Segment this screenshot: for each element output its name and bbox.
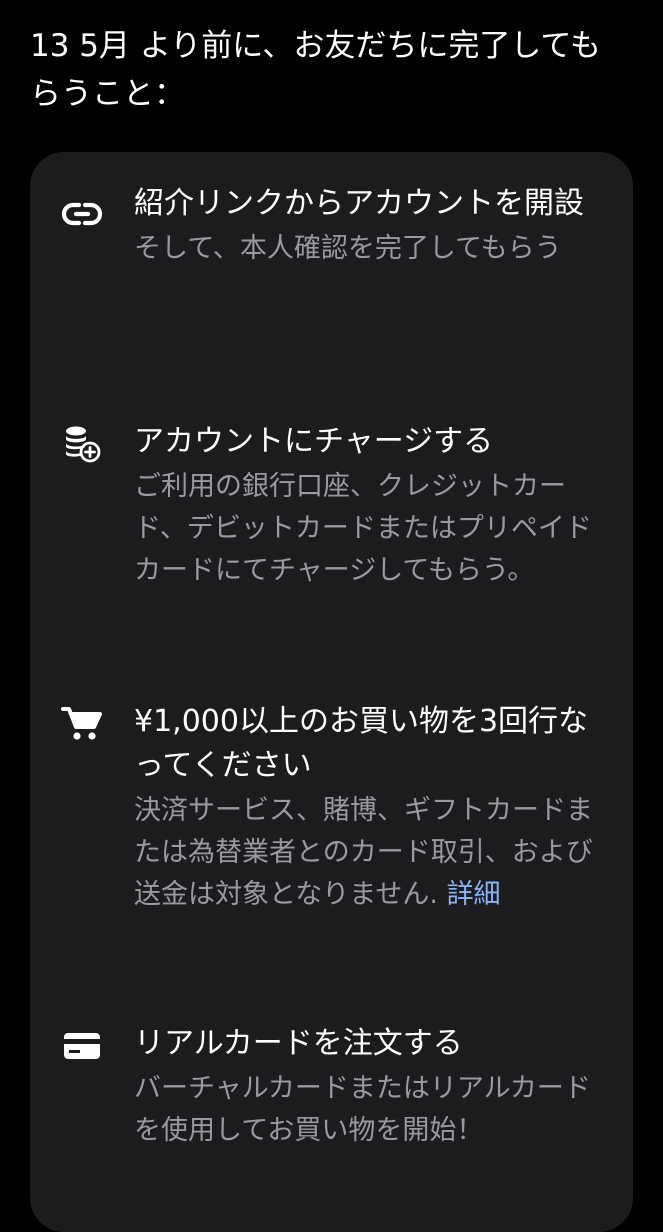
details-link[interactable]: 詳細 bbox=[447, 879, 501, 910]
task-title: リアルカードを注文する bbox=[134, 1026, 463, 1061]
task-title: ¥1,000以上のお買い物を3回行なってください bbox=[134, 704, 589, 783]
task-description: そして、本人確認を完了してもらう bbox=[134, 233, 562, 264]
requirements-card: 紹介リンクからアカウントを開設 そして、本人確認を完了してもらう アカウントにチ… bbox=[30, 152, 633, 1232]
task-description: ご利用の銀行口座、クレジットカード、デビットカードまたはプリペイドカードにてチャ… bbox=[134, 471, 592, 586]
task-title: アカウントにチャージする bbox=[134, 424, 494, 459]
task-title: 紹介リンクからアカウントを開設 bbox=[134, 186, 584, 221]
task-description-text: 決済サービス、賭博、ギフトカードまたは為替業者とのカード取引、および送金は対象と… bbox=[134, 795, 593, 910]
link-icon bbox=[60, 192, 104, 236]
cart-icon bbox=[60, 702, 104, 746]
task-description: バーチャルカードまたはリアルカードを使用してお買い物を開始！ bbox=[134, 1073, 591, 1146]
coins-add-icon bbox=[60, 422, 104, 466]
task-description: 決済サービス、賭博、ギフトカードまたは為替業者とのカード取引、および送金は対象と… bbox=[134, 790, 594, 916]
card-icon bbox=[60, 1024, 104, 1068]
page-title: 13 5月 より前に、お友だちに完了してもらうこと： bbox=[30, 28, 601, 112]
